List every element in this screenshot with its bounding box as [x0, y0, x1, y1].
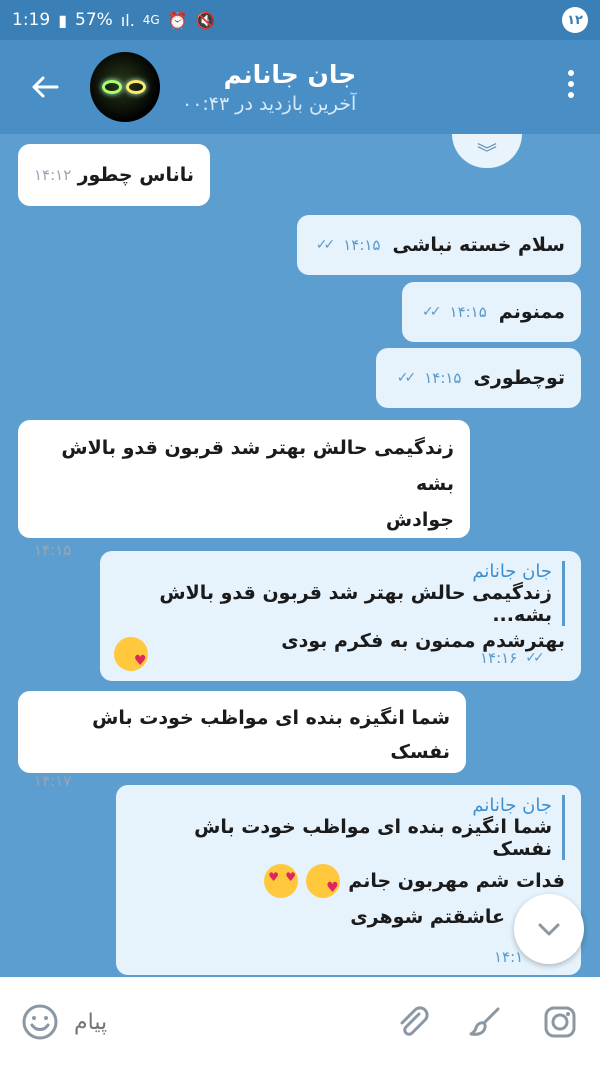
message-time: ۱۴:۱۵ — [34, 541, 72, 559]
message-time: ۱۴:۱۵ — [424, 369, 462, 387]
reply-quote[interactable]: جان جانانم زندگیمی حالش بهتر شد قربون قد… — [116, 561, 565, 626]
message-text-line2: عاشقتم شوهری — [350, 906, 505, 928]
notification-badge: ۱۲ — [562, 7, 588, 33]
message-input[interactable] — [62, 1000, 380, 1044]
message-text: ممنونم — [498, 301, 565, 323]
network-type: 4G — [142, 13, 160, 27]
message-incoming[interactable]: شما انگیزه بنده ای مواظب خودت باش نفسک ۱… — [18, 691, 466, 790]
reply-quote[interactable]: جان جانانم شما انگیزه بنده ای مواظب خودت… — [132, 795, 565, 860]
double-chevron-down-icon: ︾ — [477, 140, 497, 165]
battery-percent: 57% — [75, 10, 113, 30]
message-list: ناناس چطور ۱۴:۱۲ سلام خسته نباشی ۱۴:۱۵ ✓… — [0, 134, 600, 977]
status-left: 1:19 ▮ 57% ıl. 4G ⏰ 🔇 — [12, 10, 216, 30]
message-time: ۱۴:۱۶ — [480, 649, 518, 667]
scroll-down-button[interactable] — [514, 894, 584, 964]
reply-sender: جان جانانم — [472, 561, 552, 582]
message-outgoing[interactable]: سلام خسته نباشی ۱۴:۱۵ ✓✓ — [297, 215, 581, 275]
double-check-icon: ✓✓ — [315, 237, 336, 253]
avatar[interactable] — [90, 52, 160, 122]
composer — [0, 977, 600, 1067]
message-text: زندگیمی حالش بهتر شد قربون قدو بالاش بشه — [61, 437, 454, 495]
reply-text: زندگیمی حالش بهتر شد قربون قدو بالاش بشه… — [159, 582, 552, 626]
arrow-left-icon[interactable] — [0, 40, 90, 134]
message-incoming[interactable]: زندگیمی حالش بهتر شد قربون قدو بالاش بشه… — [18, 420, 470, 559]
message-outgoing[interactable]: توچطوری ۱۴:۱۵ ✓✓ — [376, 348, 581, 408]
reply-text: شما انگیزه بنده ای مواظب خودت باش نفسک — [194, 816, 552, 860]
last-seen: آخرین بازدید در ۰۰:۴۳ — [182, 92, 357, 115]
alarm-icon: ⏰ — [167, 10, 188, 30]
more-vert-icon[interactable] — [568, 70, 574, 98]
emoji-icon[interactable] — [18, 1000, 62, 1044]
paperclip-icon[interactable] — [390, 1000, 434, 1044]
double-check-icon: ✓✓ — [396, 370, 417, 386]
signal-icon: ıl. — [120, 10, 135, 30]
message-time: ۱۴:۱۵ — [343, 236, 381, 254]
message-text: شما انگیزه بنده ای مواظب خودت باش نفسک — [92, 707, 450, 763]
chevron-down-icon — [538, 923, 560, 936]
kiss-emoji-icon — [114, 637, 148, 671]
mute-icon: 🔇 — [195, 10, 216, 30]
heart-eyes-emoji-icon — [264, 864, 299, 898]
contact-name: جان جانانم — [223, 59, 357, 89]
message-time: ۱۴:۱۵ — [449, 303, 487, 321]
message-text: ناناس چطور — [77, 164, 194, 186]
message-incoming[interactable]: ناناس چطور ۱۴:۱۲ — [18, 144, 210, 206]
double-check-icon: ✓✓ — [525, 650, 545, 666]
message-reply-outgoing[interactable]: جان جانانم شما انگیزه بنده ای مواظب خودت… — [116, 785, 581, 975]
message-outgoing[interactable]: ممنونم ۱۴:۱۵ ✓✓ — [402, 282, 581, 342]
brush-icon[interactable] — [464, 1000, 508, 1044]
reply-sender: جان جانانم — [472, 795, 552, 816]
contact-info[interactable]: جان جانانم آخرین بازدید در ۰۰:۴۳ — [182, 60, 356, 115]
battery-icon: ▮ — [58, 10, 67, 30]
kiss-emoji-icon — [306, 864, 341, 898]
instagram-icon[interactable] — [538, 1000, 582, 1044]
message-time: ۱۴:۱ — [494, 948, 524, 966]
message-text: فدات شم مهربون جانم — [348, 870, 565, 892]
message-time: ۱۴:۱۷ — [34, 772, 72, 790]
message-reply-outgoing[interactable]: جان جانانم زندگیمی حالش بهتر شد قربون قد… — [100, 551, 581, 681]
status-time: 1:19 — [12, 10, 51, 30]
pull-down-tab[interactable]: ︾ — [452, 134, 522, 168]
status-bar: 1:19 ▮ 57% ıl. 4G ⏰ 🔇 ۱۲ — [0, 0, 600, 40]
message-text: توچطوری — [473, 367, 565, 389]
message-text: سلام خسته نباشی — [392, 234, 565, 256]
chat-header: جان جانانم آخرین بازدید در ۰۰:۴۳ — [0, 40, 600, 134]
message-time: ۱۴:۱۲ — [34, 166, 72, 184]
message-text-line2: جوادش — [385, 509, 454, 531]
double-check-icon: ✓✓ — [422, 304, 442, 320]
